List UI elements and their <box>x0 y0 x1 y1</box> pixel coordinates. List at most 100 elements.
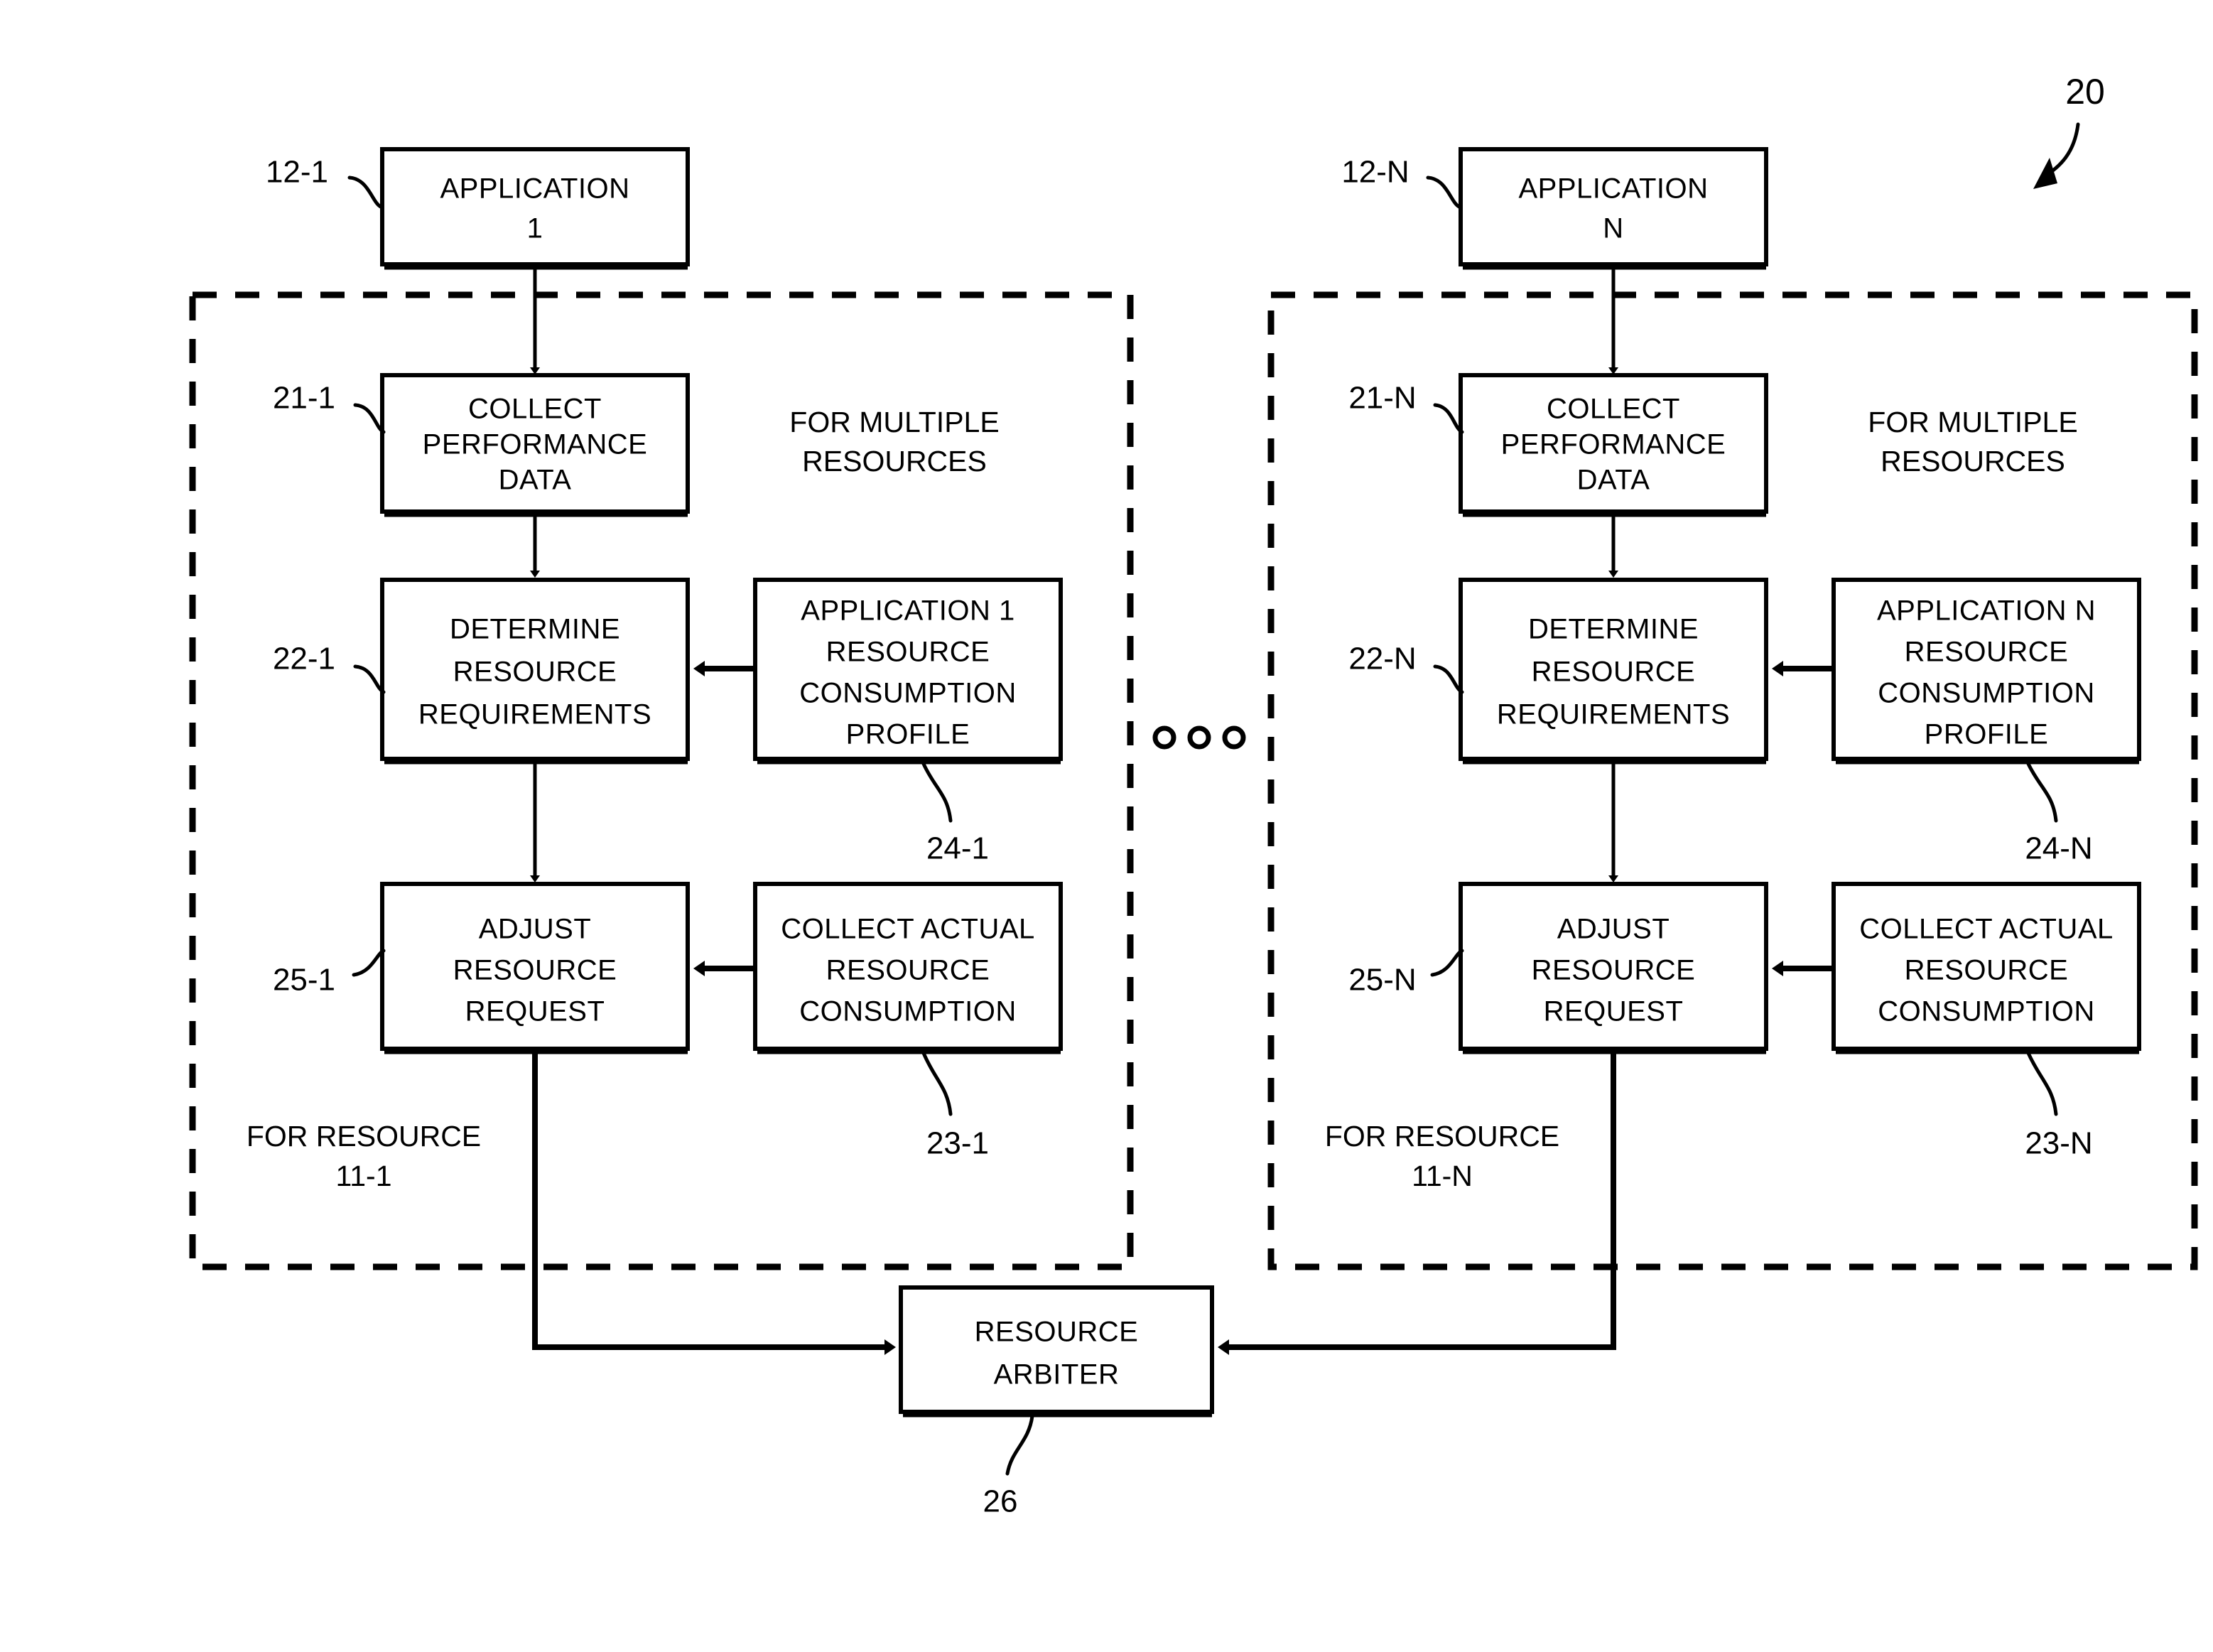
ref-label-23-1: 23-1 <box>926 1126 989 1161</box>
application-n-line1: APPLICATION <box>1518 173 1708 205</box>
ref-22-n-group: 22-N <box>1348 642 1464 694</box>
panel-n-note-for-resource: FOR RESOURCE 11-N <box>1325 1120 1559 1192</box>
consumption-profile-n-line1: APPLICATION N <box>1877 595 2096 627</box>
determine-requirements-n-line2: RESOURCE <box>1532 657 1696 688</box>
ref-label-12-1: 12-1 <box>266 155 328 190</box>
ref-label-22-1: 22-1 <box>273 642 335 676</box>
collect-actual-n-line3: CONSUMPTION <box>1878 996 2095 1027</box>
ref-label-26: 26 <box>983 1484 1018 1519</box>
note-resource-n-line2: 11-N <box>1412 1160 1473 1192</box>
adjust-request-1-line2: RESOURCE <box>453 955 617 986</box>
adjust-request-1-line3: REQUEST <box>465 996 605 1027</box>
application-1-rect[interactable] <box>380 147 690 266</box>
consumption-profile-1-line2: RESOURCE <box>826 637 990 668</box>
consumption-profile-n-line3: CONSUMPTION <box>1878 678 2095 709</box>
note-resource-1-line2: 11-1 <box>335 1160 391 1192</box>
ref-leader-23-1 <box>921 1051 953 1116</box>
collect-performance-1-line1: COLLECT <box>468 394 602 425</box>
route-adjust1-to-arbiter <box>532 1052 896 1355</box>
ref-23-1-group: 23-1 <box>921 1051 989 1161</box>
ref-leader-24-1 <box>921 762 953 823</box>
note-resource-n-line1: FOR RESOURCE <box>1325 1120 1559 1152</box>
panel-1-consumption-profile-box[interactable]: APPLICATION 1 RESOURCE CONSUMPTION PROFI… <box>753 578 1063 765</box>
panel-1-note-for-resource: FOR RESOURCE 11-1 <box>247 1120 481 1192</box>
collect-performance-1-line2: PERFORMANCE <box>423 429 648 460</box>
ellipsis-dot-3 <box>1222 725 1246 750</box>
determine-requirements-1-line3: REQUIREMENTS <box>418 699 651 730</box>
ref-leader-12-n <box>1426 176 1463 210</box>
determine-requirements-n-line1: DETERMINE <box>1528 614 1699 645</box>
figure-canvas: 20 APPLICATION 1 12-1 COLLECT PERFORMANC… <box>189 72 2198 1519</box>
consumption-profile-n-line2: RESOURCE <box>1905 637 2069 668</box>
resource-arbiter-line1: RESOURCE <box>975 1317 1139 1348</box>
ref-25-n-group: 25-N <box>1348 949 1464 998</box>
ref-label-25-n: 25-N <box>1348 963 1416 998</box>
note-multiple-n-line2: RESOURCES <box>1881 445 2065 477</box>
panel-n-adjust-request-box[interactable]: ADJUST RESOURCE REQUEST <box>1459 882 1768 1054</box>
ref-leader-24-n <box>2026 762 2058 823</box>
panel-1-adjust-request-box[interactable]: ADJUST RESOURCE REQUEST <box>380 882 690 1054</box>
consumption-profile-1-line4: PROFILE <box>846 719 970 750</box>
determine-requirements-1-line1: DETERMINE <box>450 614 620 645</box>
panel-1-collect-actual-box[interactable]: COLLECT ACTUAL RESOURCE CONSUMPTION <box>753 882 1063 1054</box>
panel-n-application-box[interactable]: APPLICATION N <box>1459 147 1768 270</box>
ref-leader-12-1 <box>347 176 384 210</box>
ellipsis-dot-2 <box>1187 725 1211 750</box>
resource-arbiter-box[interactable]: RESOURCE ARBITER <box>899 1285 1214 1418</box>
ref-21-1-group: 21-1 <box>273 381 386 434</box>
note-resource-1-line1: FOR RESOURCE <box>247 1120 481 1152</box>
panel-n-collect-performance-box[interactable]: COLLECT PERFORMANCE DATA <box>1459 373 1768 517</box>
resource-arbiter-rect[interactable] <box>899 1285 1214 1414</box>
note-multiple-n-line1: FOR MULTIPLE <box>1868 406 2077 438</box>
figure-number-arrowhead <box>2033 158 2057 189</box>
adjust-request-n-line3: REQUEST <box>1544 996 1684 1027</box>
ref-leader-22-1 <box>353 664 386 694</box>
ellipsis-dot-1 <box>1152 725 1176 750</box>
consumption-profile-1-line3: CONSUMPTION <box>799 678 1017 709</box>
determine-requirements-1-line2: RESOURCE <box>453 657 617 688</box>
panel-1-determine-requirements-box[interactable]: DETERMINE RESOURCE REQUIREMENTS <box>380 578 690 765</box>
figure-number: 20 <box>2065 72 2105 112</box>
panel-n-determine-requirements-box[interactable]: DETERMINE RESOURCE REQUIREMENTS <box>1459 578 1768 765</box>
ref-24-1-group: 24-1 <box>921 762 989 866</box>
adjust-request-1-line1: ADJUST <box>479 914 592 945</box>
collect-performance-n-line2: PERFORMANCE <box>1501 429 1726 460</box>
collect-actual-n-line2: RESOURCE <box>1905 955 2069 986</box>
panel-n-collect-actual-box[interactable]: COLLECT ACTUAL RESOURCE CONSUMPTION <box>1831 882 2141 1054</box>
adjust-request-n-line1: ADJUST <box>1557 914 1670 945</box>
ref-label-24-n: 24-N <box>2025 831 2092 866</box>
collect-performance-n-line1: COLLECT <box>1547 394 1680 425</box>
ref-26-group: 26 <box>983 1414 1034 1519</box>
ref-label-22-n: 22-N <box>1348 642 1416 676</box>
panel-n-note-multiple-resources: FOR MULTIPLE RESOURCES <box>1868 406 2077 477</box>
collect-performance-n-line3: DATA <box>1577 465 1650 496</box>
collect-actual-n-line1: COLLECT ACTUAL <box>1859 914 2114 945</box>
ref-24-n-group: 24-N <box>2025 762 2093 866</box>
consumption-profile-1-line1: APPLICATION 1 <box>801 595 1014 627</box>
note-multiple-1-line1: FOR MULTIPLE <box>789 406 999 438</box>
ref-label-21-1: 21-1 <box>273 381 335 416</box>
consumption-profile-n-line4: PROFILE <box>1925 719 2049 750</box>
collect-performance-1-line3: DATA <box>499 465 572 496</box>
panel-1-application-box[interactable]: APPLICATION 1 <box>380 147 690 270</box>
ref-25-1-group: 25-1 <box>273 949 386 998</box>
ref-label-25-1: 25-1 <box>273 963 335 998</box>
panel-1-collect-performance-box[interactable]: COLLECT PERFORMANCE DATA <box>380 373 690 517</box>
ref-leader-21-1 <box>353 403 386 434</box>
collect-actual-1-line1: COLLECT ACTUAL <box>781 914 1035 945</box>
ref-21-n-group: 21-N <box>1348 381 1464 434</box>
ref-leader-22-n <box>1433 664 1464 694</box>
collect-actual-1-line3: CONSUMPTION <box>799 996 1017 1027</box>
adjust-request-n-line2: RESOURCE <box>1532 955 1696 986</box>
application-n-line2: N <box>1603 213 1623 244</box>
application-n-rect[interactable] <box>1459 147 1768 266</box>
figure-number-group: 20 <box>2033 72 2105 189</box>
note-multiple-1-line2: RESOURCES <box>802 445 987 477</box>
ellipsis-between-panels <box>1152 725 1246 750</box>
panel-1-note-multiple-resources: FOR MULTIPLE RESOURCES <box>789 406 999 477</box>
panel-n-consumption-profile-box[interactable]: APPLICATION N RESOURCE CONSUMPTION PROFI… <box>1831 578 2141 765</box>
application-1-line2: 1 <box>527 213 543 244</box>
ref-label-23-n: 23-N <box>2025 1126 2092 1161</box>
ref-label-24-1: 24-1 <box>926 831 989 866</box>
ref-label-12-n: 12-N <box>1341 155 1409 190</box>
